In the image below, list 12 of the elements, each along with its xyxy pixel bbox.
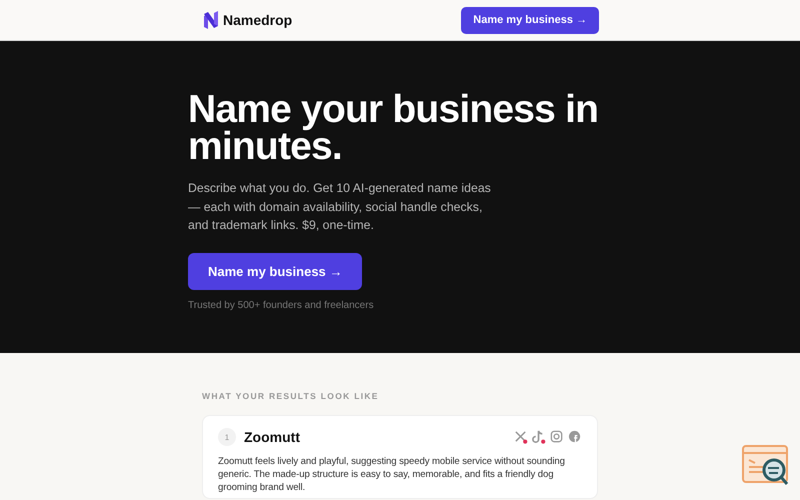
cta-button[interactable]: Name my business → bbox=[461, 6, 599, 34]
trust-note: Trusted by 500+ founders and freelancers bbox=[188, 300, 375, 310]
business-name: Zoomutt bbox=[244, 429, 301, 445]
hero-description: Describe what you do. Get 10 AI-generated name ideas — each with domain availability, social handle checks, and trademark links. $9, one-time. bbox=[188, 180, 492, 234]
logo-icon bbox=[203, 10, 219, 30]
hero-headline: Name your business in minutes. bbox=[188, 91, 600, 165]
rank-badge: 1 bbox=[218, 428, 236, 446]
search-page-icon[interactable] bbox=[741, 444, 791, 488]
name-description: Zoomutt feels lively and playful, suggesting speedy mobile service without sounding generic. The made-up structure is easy to say, memorable, and fits a friendly dog grooming brand well. bbox=[218, 455, 566, 494]
cta-button[interactable]: Name my business → bbox=[188, 252, 362, 290]
section-heading: WHAT YOUR RESULTS LOOK LIKE bbox=[202, 391, 380, 401]
brand-name: Namedrop bbox=[223, 12, 292, 28]
